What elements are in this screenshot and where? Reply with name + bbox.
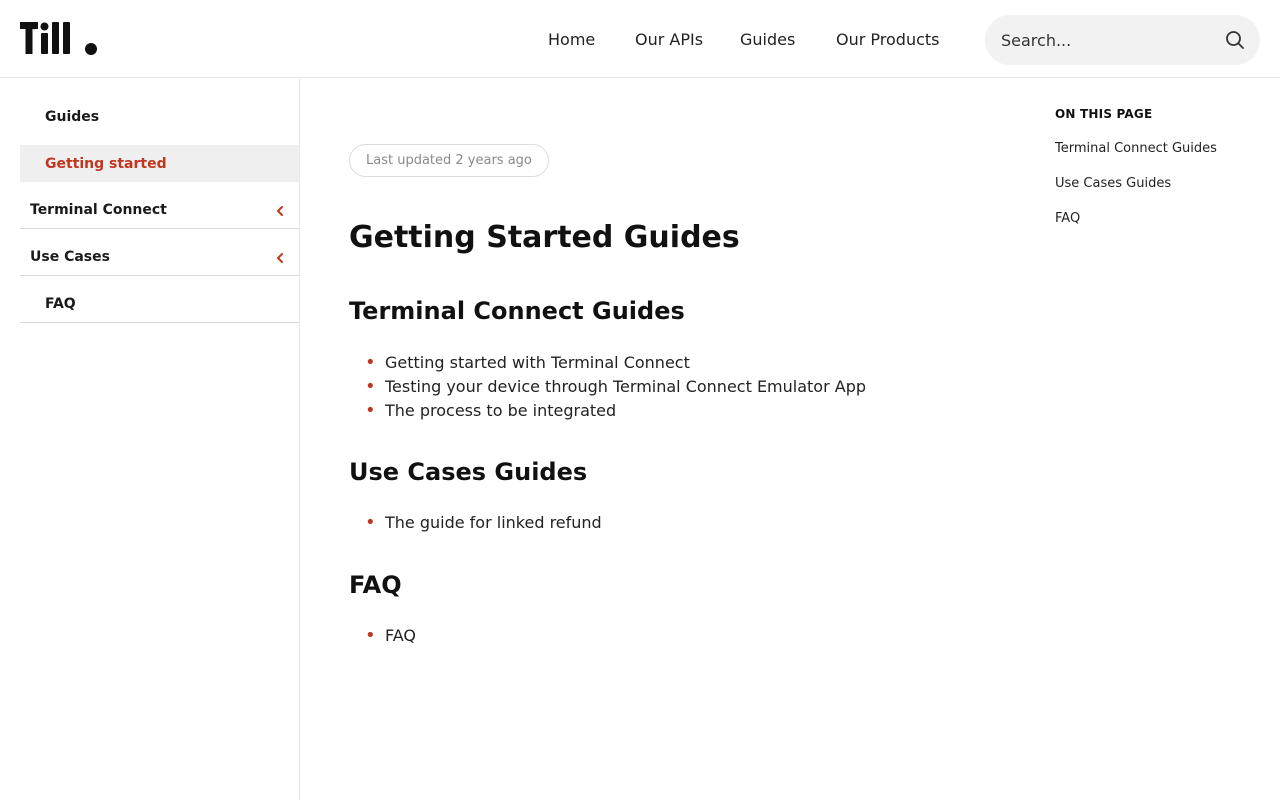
search-bar [985,15,1260,65]
sidebar-item-use-cases[interactable]: Use Cases [20,239,299,276]
list-item[interactable]: • The guide for linked refund [365,513,602,532]
till-logo[interactable]: Till. [20,20,98,56]
list-item[interactable]: • Testing your device through Terminal C… [365,377,866,396]
sidebar-item-faq[interactable]: FAQ [20,286,299,323]
nav-guides[interactable]: Guides [740,30,795,49]
top-header: Till. Home Our APIs Guides Our Products [0,0,1280,78]
last-updated-badge: Last updated 2 years ago [349,144,549,177]
list-item[interactable]: • Getting started with Terminal Connect [365,353,690,372]
toc-title: ON THIS PAGE [1055,107,1153,121]
list-item-link[interactable]: The guide for linked refund [385,513,602,532]
nav-our-apis[interactable]: Our APIs [635,30,703,49]
nav-our-products[interactable]: Our Products [836,30,939,49]
sidebar-item-label: Getting started [45,155,167,172]
toc-link-faq[interactable]: FAQ [1055,211,1080,226]
sidebar-item-label: Guides [45,109,100,125]
page-title: Getting Started Guides [349,220,740,255]
list-item-link[interactable]: FAQ [385,626,416,645]
toc-link-use-cases[interactable]: Use Cases Guides [1055,176,1171,191]
search-input[interactable] [1001,15,1211,65]
section-heading-use-cases: Use Cases Guides [349,458,588,486]
chevron-left-icon[interactable] [274,252,286,264]
list-item-link[interactable]: Getting started with Terminal Connect [385,353,690,372]
till-logo-mark [20,22,97,55]
sidebar [0,79,300,800]
section-heading-faq: FAQ [349,571,402,599]
search-icon[interactable] [1225,30,1245,50]
list-item-link[interactable]: Testing your device through Terminal Con… [385,377,866,396]
sidebar-item-label: Use Cases [30,249,110,265]
sidebar-item-label: Terminal Connect [30,202,167,218]
bullet-icon: • [365,375,376,397]
chevron-left-icon[interactable] [274,205,286,217]
bullet-icon: • [365,351,376,373]
bullet-icon: • [365,511,376,533]
bullet-icon: • [365,624,376,646]
toc-link-terminal-connect[interactable]: Terminal Connect Guides [1055,141,1217,156]
sidebar-item-guides[interactable]: Guides [20,102,299,132]
section-heading-terminal-connect: Terminal Connect Guides [349,297,685,325]
list-item[interactable]: • The process to be integrated [365,401,616,420]
sidebar-item-terminal-connect[interactable]: Terminal Connect [20,192,299,229]
list-item[interactable]: • FAQ [365,626,416,645]
list-item-link[interactable]: The process to be integrated [385,401,616,420]
bullet-icon: • [365,399,376,421]
nav-home[interactable]: Home [548,30,595,49]
sidebar-item-label: FAQ [45,296,76,312]
sidebar-item-getting-started[interactable]: Getting started [20,145,299,182]
